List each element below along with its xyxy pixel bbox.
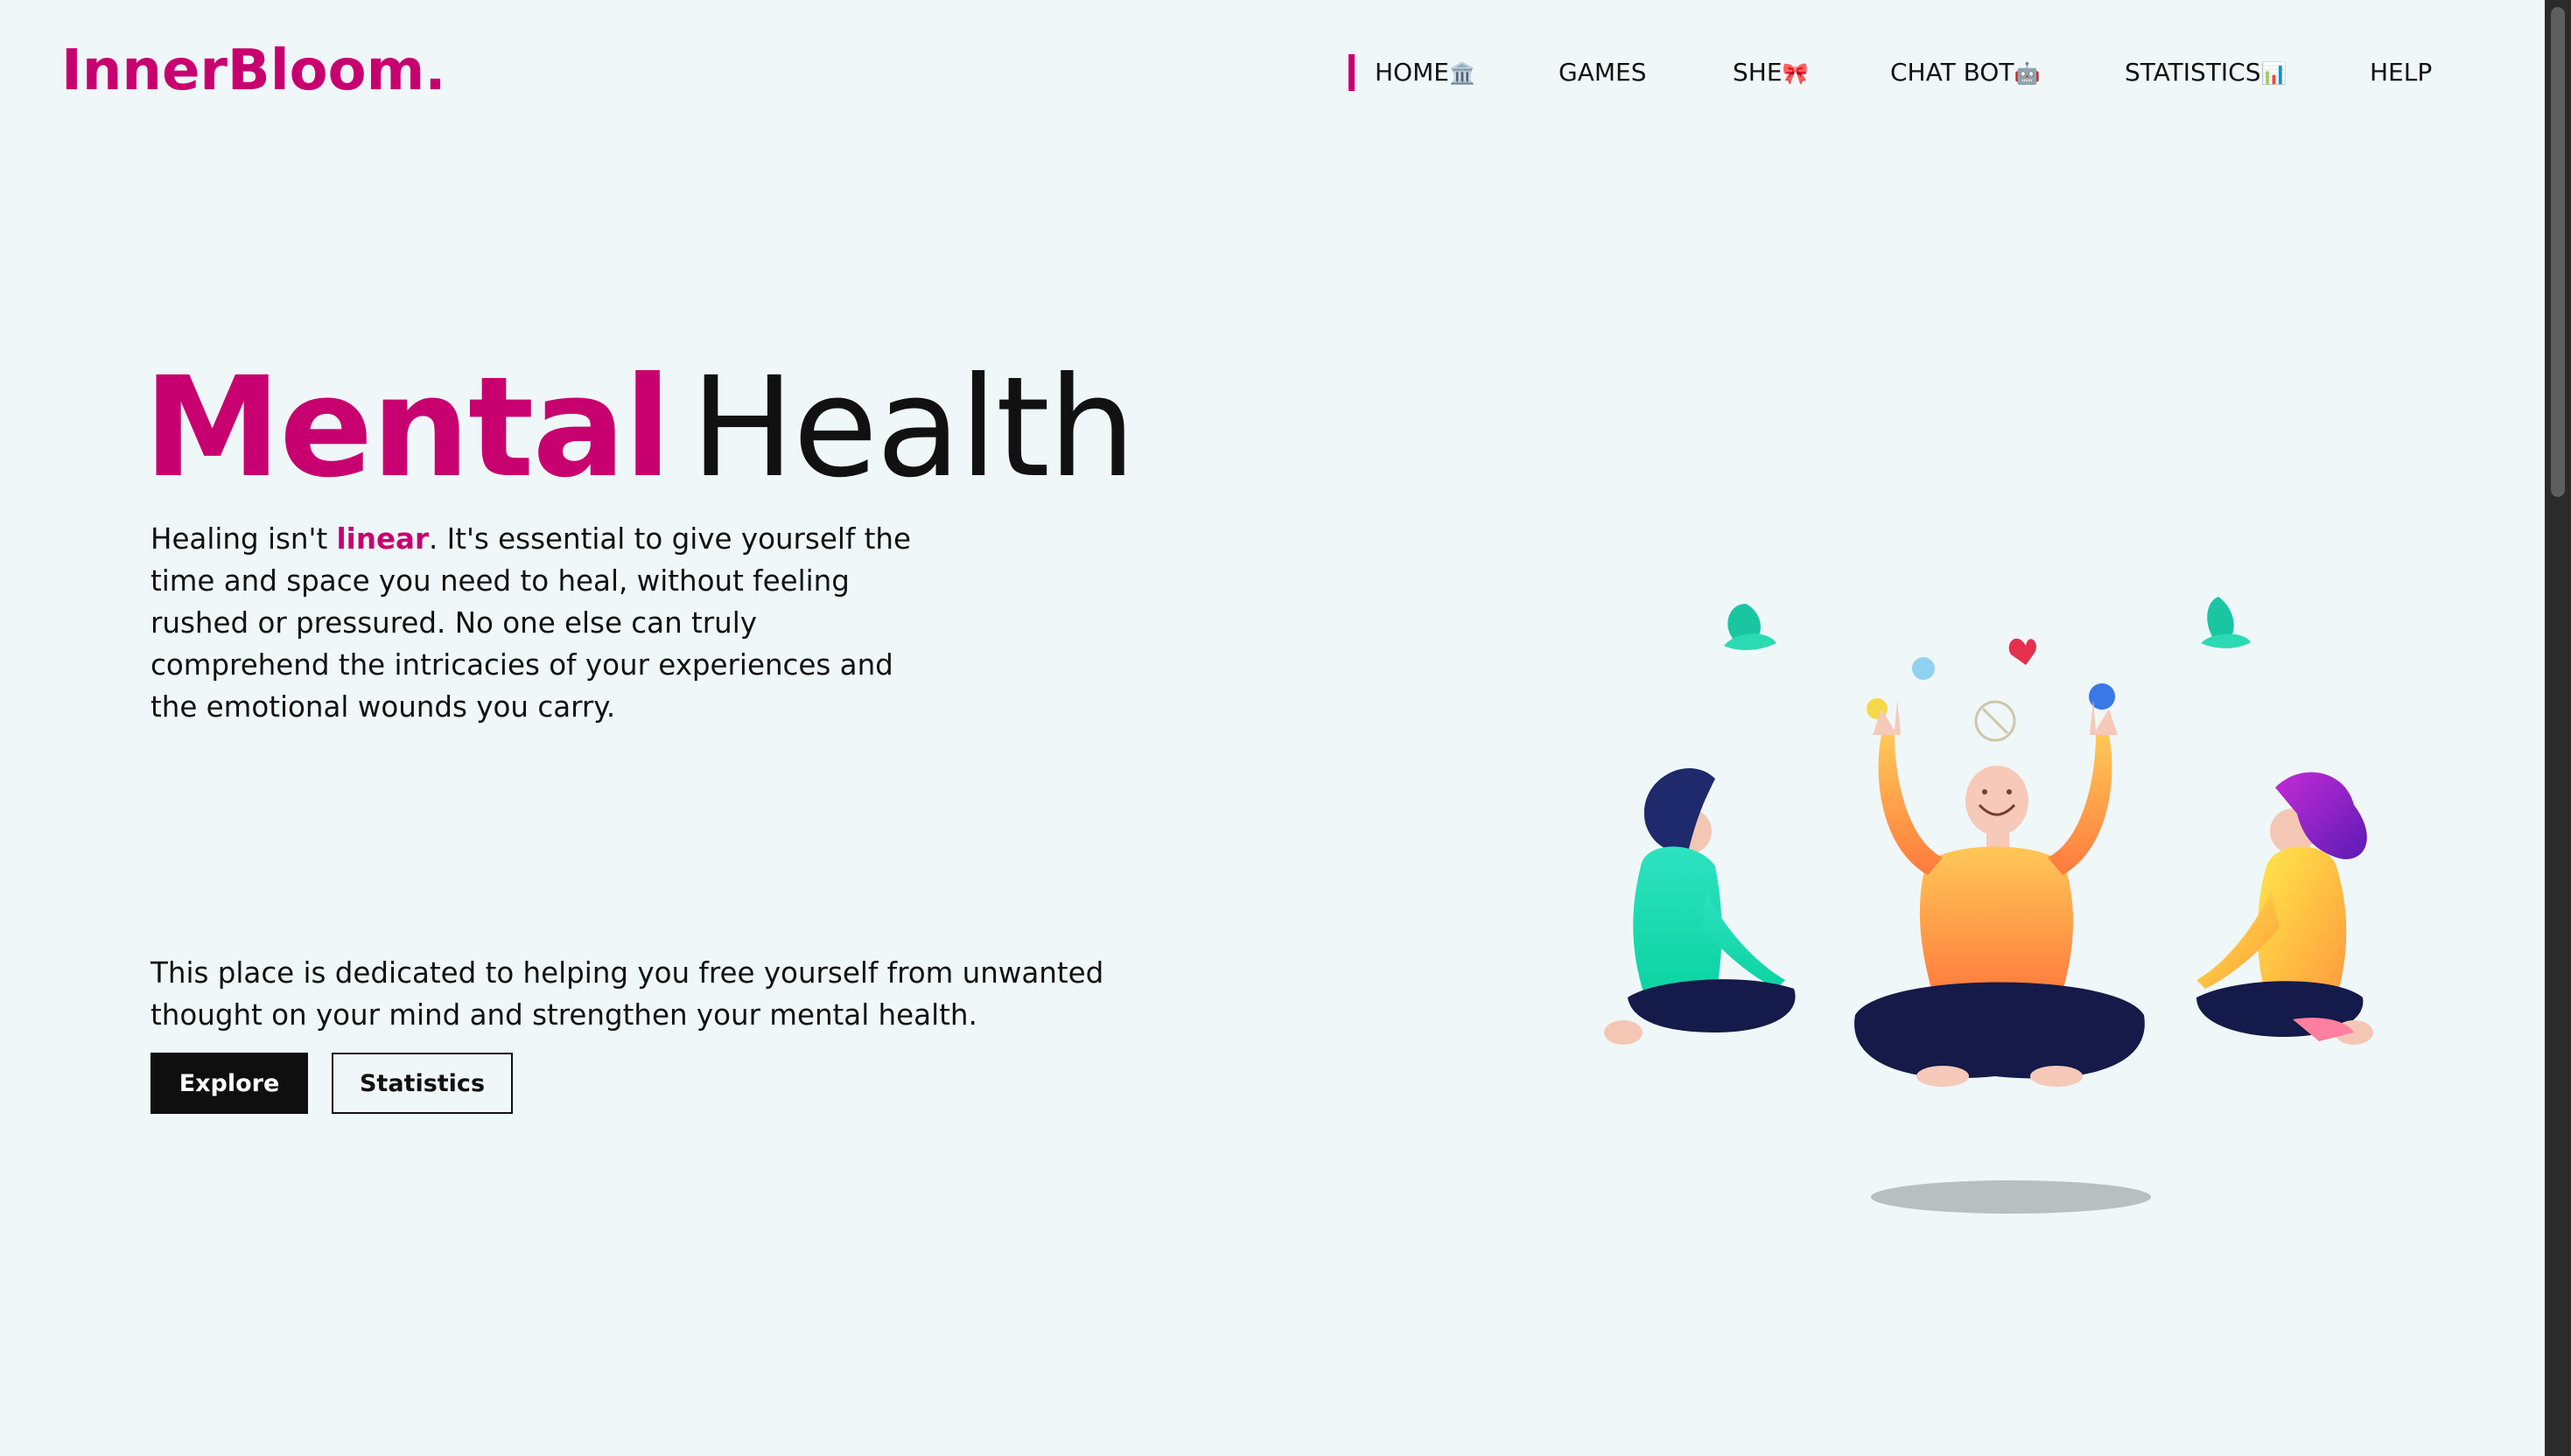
nav-item-help[interactable]: HELP [2370,58,2432,87]
woman-left [1604,768,1796,1045]
building-icon: 🏛️ [1448,61,1475,86]
heart-red [2008,638,2036,665]
hero-title-bold: Mental [144,347,671,508]
hero-title: Mental Health [144,359,1136,497]
nav-item-label: HELP [2370,58,2433,87]
intro-highlight: linear [336,522,429,556]
brand-logo[interactable]: InnerBloom. [61,38,446,103]
bar-chart-icon: 📊 [2260,61,2287,86]
hero-mission-paragraph: This place is dedicated to helping you f… [151,956,1104,1032]
nav-item-statistics[interactable]: STATISTICS📊 [2125,58,2287,87]
man-center [1854,700,2145,1087]
hero-intro-paragraph: Healing isn't linear. It's essential to … [151,518,938,728]
nav-item-home[interactable]: HOME🏛️ [1375,58,1475,87]
nav-item-label: SHE [1733,58,1783,87]
meditation-illustration [1604,597,2373,1214]
robot-icon: 🤖 [2014,61,2041,86]
explore-button[interactable]: Explore [151,1053,308,1114]
nav-item-label: CHAT BOT [1890,58,2014,87]
hero-title-light: Health [690,347,1136,508]
nav-item-she[interactable]: SHE🎀 [1733,58,1808,87]
intro-text-before: Healing isn't [151,522,337,556]
nav-item-games[interactable]: GAMES [1559,58,1646,87]
scrollbar[interactable] [2545,0,2571,1456]
leaf-left [1724,604,1776,650]
leaf-right [2201,597,2251,648]
nav-item-label: GAMES [1559,58,1647,87]
nav-item-chat-bot[interactable]: CHAT BOT🤖 [1890,58,2040,87]
nav-active-indicator [1349,54,1355,91]
floor-shadow [1871,1180,2151,1214]
statistics-button[interactable]: Statistics [332,1053,513,1114]
bubble-light-blue [1912,657,1935,680]
nav-item-label: STATISTICS [2125,58,2261,87]
nav-item-label: HOME [1375,58,1449,87]
woman-right [2196,772,2373,1045]
scrollbar-thumb[interactable] [2551,7,2565,497]
ribbon-icon: 🎀 [1782,61,1809,86]
